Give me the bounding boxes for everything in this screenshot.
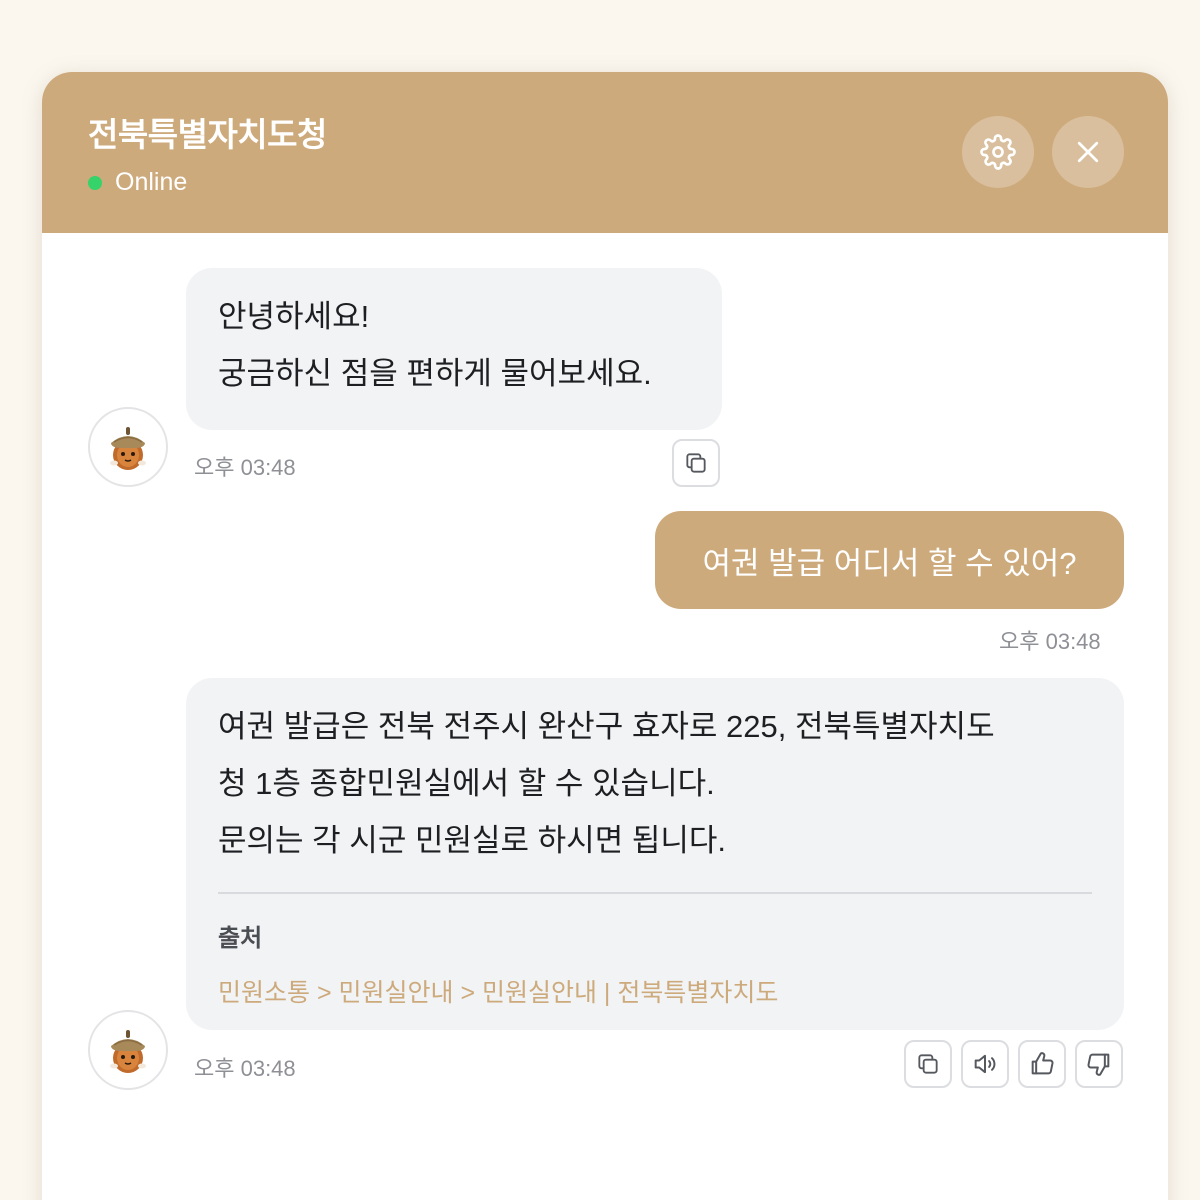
speaker-button[interactable]	[961, 1040, 1009, 1088]
status-dot-icon	[88, 175, 102, 190]
message-line: 여권 발급은 전북 전주시 완산구 효자로 225, 전북특별자치도	[218, 709, 995, 744]
copy-button[interactable]	[672, 439, 720, 487]
user-message-bubble: 여권 발급 어디서 할 수 있어?	[655, 511, 1124, 609]
message-line: 궁금하신 점을 편하게 물어보세요.	[218, 356, 652, 391]
thumbs-down-icon	[1087, 1053, 1110, 1076]
message-timestamp: 오후 03:48	[999, 629, 1101, 654]
status-text: Online	[115, 168, 188, 196]
acorn-mascot-icon	[110, 1030, 146, 1073]
chat-header: 전북특별자치도청 Online	[42, 72, 1168, 233]
speaker-icon	[974, 1054, 996, 1074]
source-label: 출처	[218, 925, 263, 952]
message-line: 청 1층 종합민원실에서 할 수 있습니다.	[218, 766, 715, 801]
message-line: 안녕하세요!	[218, 299, 370, 334]
message-timestamp: 오후 03:48	[194, 455, 296, 480]
copy-button[interactable]	[904, 1040, 952, 1088]
message-line: 문의는 각 시군 민원실로 하시면 됩니다.	[218, 823, 726, 858]
acorn-mascot-icon	[110, 427, 146, 470]
copy-icon	[686, 453, 706, 473]
chat-title: 전북특별자치도청	[88, 116, 327, 153]
source-link[interactable]: 민원소통 > 민원실안내 > 민원실안내 | 전북특별자치도	[218, 973, 1092, 1009]
bot-message-bubble: 여권 발급은 전북 전주시 완산구 효자로 225, 전북특별자치도 청 1층 …	[186, 678, 1124, 1030]
source-divider	[218, 892, 1092, 894]
close-icon	[1077, 141, 1099, 163]
thumbs-down-button[interactable]	[1075, 1040, 1123, 1088]
message-timestamp: 오후 03:48	[194, 1056, 296, 1081]
bot-avatar	[88, 407, 168, 487]
thumbs-up-icon	[1031, 1052, 1054, 1075]
copy-icon	[918, 1054, 938, 1074]
close-button[interactable]	[1052, 116, 1124, 188]
bot-message-bubble: 안녕하세요! 궁금하신 점을 편하게 물어보세요.	[186, 268, 722, 430]
thumbs-up-button[interactable]	[1018, 1040, 1066, 1088]
gear-icon	[980, 134, 1016, 170]
bot-avatar	[88, 1010, 168, 1090]
online-status: Online	[88, 168, 187, 197]
settings-button[interactable]	[962, 116, 1034, 188]
chat-window: 전북특별자치도청 Online 안녕하세요! 궁금하신 점을 편하게 물어보세요…	[42, 72, 1168, 1200]
